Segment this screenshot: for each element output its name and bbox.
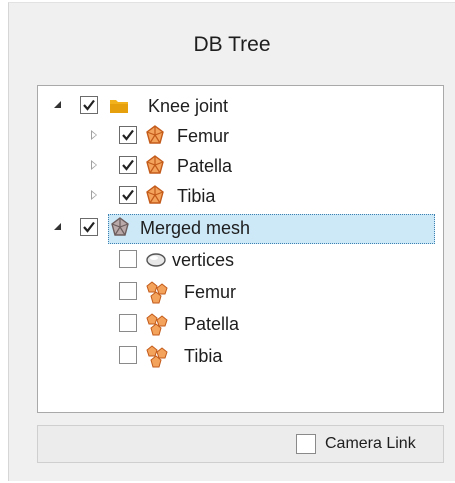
visibility-checkbox[interactable] [119, 250, 137, 268]
point-cloud-icon [145, 249, 167, 271]
folder-icon [108, 95, 130, 117]
tree-item-label: Tibia [184, 346, 223, 366]
visibility-checkbox[interactable] [119, 282, 137, 300]
tree-item-label: vertices [172, 250, 235, 270]
camera-link-checkbox[interactable] [296, 434, 316, 454]
tree-row-vertices[interactable]: vertices [38, 246, 443, 276]
tree-row-femur[interactable]: Femur [38, 122, 443, 152]
expand-arrow-icon[interactable] [54, 223, 61, 230]
tree-row-patella[interactable]: Patella [38, 152, 443, 182]
collapse-arrow-icon[interactable] [91, 130, 97, 140]
visibility-checkbox[interactable] [80, 218, 98, 236]
mesh-icon [145, 155, 167, 177]
visibility-checkbox[interactable] [119, 314, 137, 332]
tree-view[interactable]: Knee joint Femur Patella Tibia Merged me… [37, 85, 444, 413]
visibility-checkbox[interactable] [80, 96, 98, 114]
merged-mesh-icon [110, 217, 132, 239]
multi-mesh-icon [145, 281, 168, 304]
tree-footer-bar: Camera Link [37, 425, 444, 463]
tree-item-label: Patella [184, 314, 240, 334]
visibility-checkbox[interactable] [119, 186, 137, 204]
tree-item-label: Knee joint [148, 96, 229, 116]
multi-mesh-icon [145, 313, 168, 336]
expand-arrow-icon[interactable] [54, 101, 61, 108]
visibility-checkbox[interactable] [119, 346, 137, 364]
tree-row-knee-joint[interactable]: Knee joint [38, 92, 443, 122]
mesh-icon [145, 185, 167, 207]
tree-row-tibia[interactable]: Tibia [38, 182, 443, 212]
tree-row-merged-mesh[interactable]: Merged mesh [38, 214, 443, 244]
collapse-arrow-icon[interactable] [91, 190, 97, 200]
mesh-icon [145, 125, 167, 147]
tree-item-label: Femur [177, 126, 230, 146]
collapse-arrow-icon[interactable] [91, 160, 97, 170]
tree-row-patella-submesh[interactable]: Patella [38, 310, 443, 340]
tree-item-label: Patella [177, 156, 233, 176]
tree-row-femur-submesh[interactable]: Femur [38, 278, 443, 308]
tree-item-label: Tibia [177, 186, 216, 206]
visibility-checkbox[interactable] [119, 126, 137, 144]
visibility-checkbox[interactable] [119, 156, 137, 174]
tree-item-label: Merged mesh [140, 218, 251, 238]
db-tree-panel: DB Tree Knee joint Femur Patella Tibia M… [8, 2, 455, 481]
tree-row-tibia-submesh[interactable]: Tibia [38, 342, 443, 372]
tree-item-label: Femur [184, 282, 237, 302]
multi-mesh-icon [145, 345, 168, 368]
panel-title: DB Tree [193, 33, 271, 56]
camera-link-label[interactable]: Camera Link [325, 435, 416, 453]
